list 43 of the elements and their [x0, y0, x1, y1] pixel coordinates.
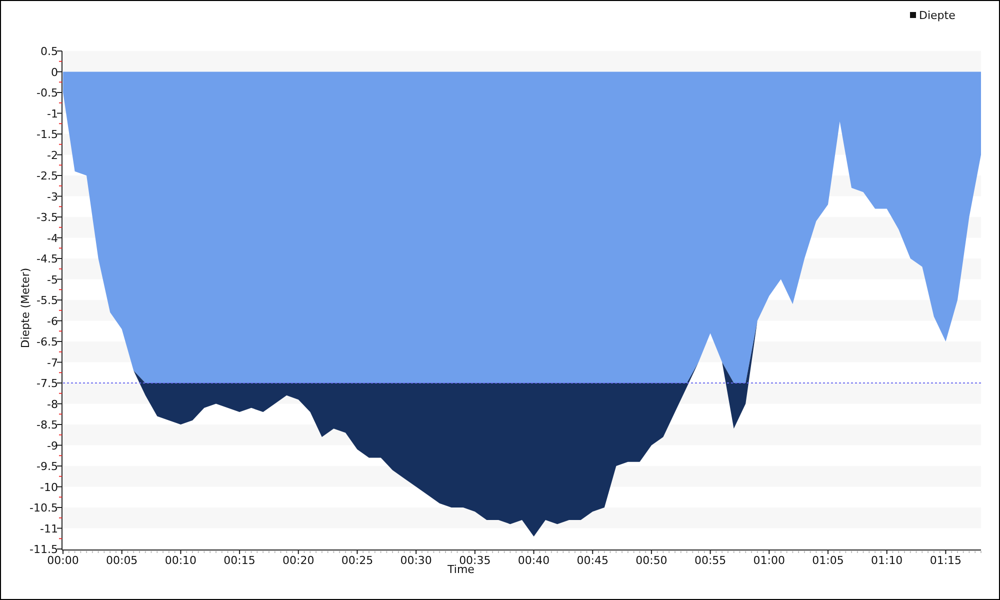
- axis-tick-label: -5.5: [36, 294, 58, 307]
- axis-tick-label: -4: [47, 232, 58, 245]
- axis-tick-label: -8: [47, 398, 58, 411]
- axis-tick-label: 00:30: [400, 554, 432, 567]
- axis-tick-label: -1.5: [36, 128, 58, 141]
- axis-tick-label: -7.5: [36, 377, 58, 390]
- axis-tick-label: -2: [47, 148, 58, 162]
- axis-tick-label: -1: [47, 107, 58, 120]
- axis-tick-label: 00:50: [636, 554, 668, 567]
- axis-tick-label: 00:40: [518, 554, 550, 567]
- axis-tick-label: -4.5: [36, 252, 58, 266]
- legend-label: Diepte: [919, 9, 956, 22]
- axis-tick-label: -11: [40, 522, 58, 536]
- axis-tick-label: -7: [47, 356, 58, 370]
- axis-tick-label: -8.5: [36, 418, 58, 432]
- axis-tick-label: 00:20: [282, 554, 314, 567]
- axis-tick-label: -6: [47, 314, 58, 328]
- axis-tick-label: -6.5: [36, 336, 58, 348]
- axis-tick-label: 0.5: [40, 45, 58, 58]
- axis-tick-label: 00:00: [47, 554, 79, 567]
- axis-tick-label: -9.5: [36, 460, 58, 473]
- axis-tick-label: -10: [40, 480, 58, 494]
- axis-tick-label: 01:15: [930, 554, 962, 567]
- axis-tick-label: -3: [47, 190, 58, 204]
- axis-tick-label: -11.5: [30, 543, 58, 556]
- axis-tick-label: -0.5: [36, 86, 58, 100]
- axis-tick-label: -9: [47, 439, 58, 452]
- axis-tick-label: 00:10: [164, 554, 197, 567]
- axis-tick-label: 01:05: [812, 554, 844, 567]
- axis-tick-label: 00:55: [694, 554, 726, 567]
- legend-swatch-icon: [910, 12, 916, 18]
- y-axis-title: Diepte (Meter): [19, 268, 32, 348]
- axis-tick-label: 00:45: [576, 554, 608, 567]
- axis-tick-label: 0: [51, 66, 58, 79]
- axis-tick-label: -5: [47, 273, 58, 286]
- axis-tick-label: 01:00: [753, 554, 785, 567]
- axis-tick-label: 00:15: [224, 554, 256, 567]
- axis-tick-label: -3.5: [36, 211, 58, 224]
- axis-tick-label: 00:25: [341, 554, 374, 567]
- axis-tick-label: 00:05: [106, 554, 138, 567]
- axis-tick-label: -10.5: [30, 502, 58, 514]
- axis-tick-label: 01:10: [871, 554, 903, 567]
- axis-tick-label: -2.5: [36, 170, 58, 182]
